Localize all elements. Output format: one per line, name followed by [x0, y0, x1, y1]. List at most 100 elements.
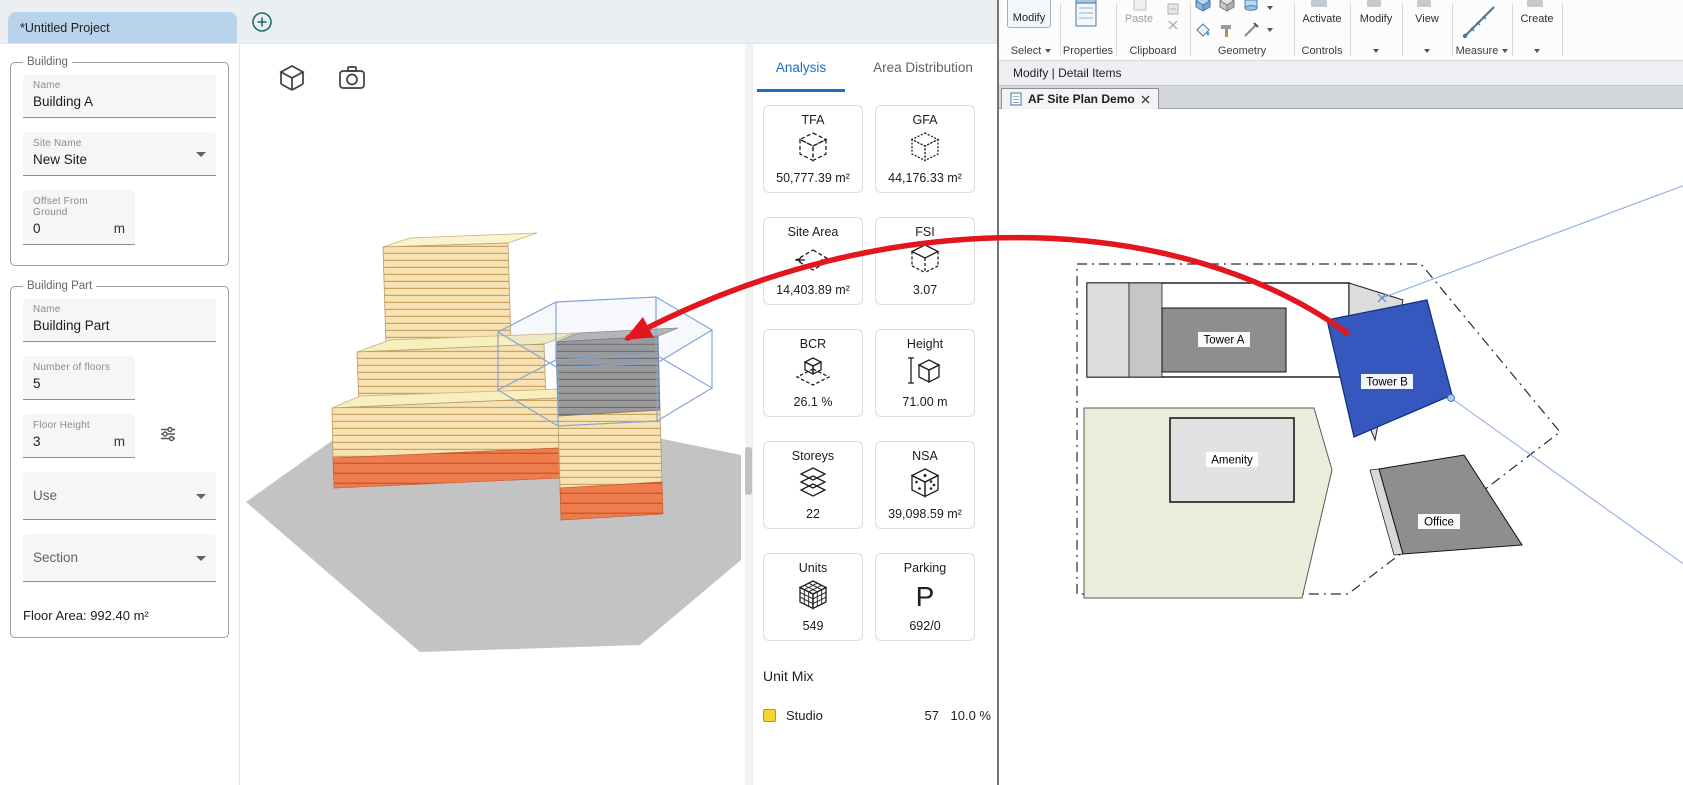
metric-value: 26.1 % — [793, 395, 833, 409]
properties-icon[interactable] — [1073, 0, 1099, 35]
fsi-cube-icon — [876, 240, 974, 280]
unit-mix-row: Studio 57 10.0 % — [763, 708, 991, 723]
floor-area-readout: Floor Area: 992.40 m² — [23, 608, 149, 623]
revit-canvas[interactable]: Tower A Tower B Amenity Office — [999, 109, 1683, 785]
modify-panel-icon — [1367, 0, 1381, 7]
select-panel-label[interactable]: Select — [1003, 44, 1059, 58]
controls-panel-label: Controls — [1301, 45, 1343, 57]
viewport-scrollbar-thumb[interactable] — [745, 447, 752, 495]
unit-mix-title: Unit Mix — [763, 668, 814, 684]
metric-value: 14,403.89 m² — [776, 283, 850, 297]
metric-label: Site Area — [787, 225, 839, 239]
modify-button-label: Modify — [1012, 12, 1046, 24]
floor-height-field[interactable]: Floor Height 3 m — [23, 414, 135, 458]
building-group: Building Name Building A Site Name New S… — [10, 56, 229, 266]
activate-button[interactable]: Activate — [1295, 13, 1349, 25]
measure-ruler-icon[interactable] — [1461, 2, 1499, 47]
office-label: Office — [1424, 517, 1454, 529]
field-value: 0 — [33, 221, 41, 236]
select-label: Use — [33, 487, 58, 503]
field-label: Number of floors — [33, 362, 111, 373]
building-group-legend: Building — [27, 56, 68, 68]
massing-viewport[interactable] — [240, 44, 745, 785]
create-panel-expander[interactable] — [1513, 44, 1561, 58]
metric-card-gfa: GFA 44,176.33 m² — [875, 105, 975, 193]
gfa-dotted-cube-icon — [876, 128, 974, 168]
view-panel-button[interactable]: View — [1403, 13, 1451, 25]
modify-panel-expander[interactable] — [1351, 44, 1401, 58]
tab-analysis[interactable]: Analysis — [757, 44, 845, 90]
plus-circle-icon — [252, 12, 272, 32]
section-select[interactable]: Section — [23, 534, 216, 582]
tower-b-building[interactable] — [1326, 299, 1453, 438]
metric-label: Height — [906, 337, 944, 351]
number-of-floors-field[interactable]: Number of floors 5 — [23, 356, 135, 400]
chevron-down-icon[interactable] — [1267, 28, 1273, 32]
project-tab-title: *Untitled Project — [20, 20, 110, 35]
measure-panel-label[interactable]: Measure — [1453, 44, 1511, 58]
field-label: Offset From Ground — [33, 196, 88, 218]
properties-panel-label[interactable]: Properties — [1061, 44, 1115, 58]
metric-label: Units — [798, 561, 828, 575]
unit-count: 57 — [924, 708, 939, 723]
metric-card-storeys: Storeys 22 — [763, 441, 863, 529]
tab-label: Analysis — [775, 59, 827, 75]
chevron-down-icon[interactable] — [1267, 6, 1273, 10]
demolish-hammer-icon[interactable] — [1219, 22, 1235, 43]
unit-percentage: 10.0 % — [950, 708, 991, 723]
office-building[interactable] — [1369, 454, 1523, 556]
metric-card-fsi: FSI 3.07 — [875, 217, 975, 305]
modify-panel-button[interactable]: Modify — [1351, 13, 1401, 25]
revit-window: Modify Select Properties Paste Clipboard… — [997, 0, 1683, 785]
field-value: 5 — [33, 376, 41, 391]
metric-card-tfa: TFA 50,777.39 m² — [763, 105, 863, 193]
modify-tool-button[interactable]: Modify — [1007, 0, 1051, 28]
parking-p-icon: P — [876, 576, 974, 616]
clipboard-panel-label[interactable]: Clipboard — [1117, 44, 1189, 58]
add-project-button[interactable] — [251, 11, 273, 33]
create-panel-icon — [1527, 0, 1543, 7]
close-icon[interactable] — [1141, 95, 1150, 104]
split-knife-icon[interactable] — [1243, 22, 1259, 43]
camera-icon[interactable] — [336, 62, 368, 94]
orbit-cube-icon[interactable] — [276, 62, 308, 94]
floor-height-settings-icon[interactable] — [159, 425, 177, 448]
building-part-name-field[interactable]: Name Building Part — [23, 298, 216, 342]
site-plan: Tower A Tower B Amenity Office — [1076, 185, 1683, 599]
cut-geometry-icon[interactable] — [1243, 0, 1259, 17]
analysis-panel: Analysis Area Distribution TFA 50,777.39… — [752, 44, 997, 785]
amenity-label: Amenity — [1211, 455, 1253, 467]
view-panel-icon — [1417, 0, 1431, 7]
geometry-panel-label[interactable]: Geometry — [1191, 44, 1293, 58]
metric-card-bcr: BCR 26.1 % — [763, 329, 863, 417]
tab-area-distribution[interactable]: Area Distribution — [857, 44, 989, 90]
field-value: Building A — [33, 94, 94, 109]
view-panel-expander[interactable] — [1403, 44, 1451, 58]
field-unit: m — [113, 221, 125, 236]
metric-card-units: Units 549 — [763, 553, 863, 641]
metric-label: Parking — [903, 561, 947, 575]
cut-icon[interactable] — [1167, 18, 1179, 36]
metric-label: Storeys — [791, 449, 835, 463]
use-select[interactable]: Use — [23, 472, 216, 520]
field-label: Name — [33, 304, 61, 315]
create-panel-button[interactable]: Create — [1513, 13, 1561, 25]
metric-card-parking: Parking P 692/0 — [875, 553, 975, 641]
join-geometry-icon[interactable] — [1218, 0, 1236, 17]
building-name-field[interactable]: Name Building A — [23, 74, 216, 118]
select-label: Section — [33, 549, 79, 565]
tab-label: Area Distribution — [873, 59, 973, 75]
metric-card-site-area: Site Area 14,403.89 m² — [763, 217, 863, 305]
site-name-select[interactable]: Site Name New Site — [23, 132, 216, 176]
paste-button[interactable]: Paste — [1117, 13, 1161, 25]
offset-from-ground-field[interactable]: Offset From Ground 0 m — [23, 190, 135, 245]
active-tab-underline — [757, 89, 845, 92]
cope-geometry-icon[interactable] — [1194, 0, 1212, 17]
metric-value: 3.07 — [912, 283, 938, 297]
paint-icon[interactable] — [1195, 22, 1211, 43]
project-tab[interactable]: *Untitled Project — [8, 12, 237, 43]
chevron-down-icon — [1534, 49, 1540, 53]
building-podium[interactable] — [331, 387, 589, 489]
document-tab[interactable]: AF Site Plan Demo — [1001, 88, 1159, 109]
metric-card-height: Height 71.00 m — [875, 329, 975, 417]
